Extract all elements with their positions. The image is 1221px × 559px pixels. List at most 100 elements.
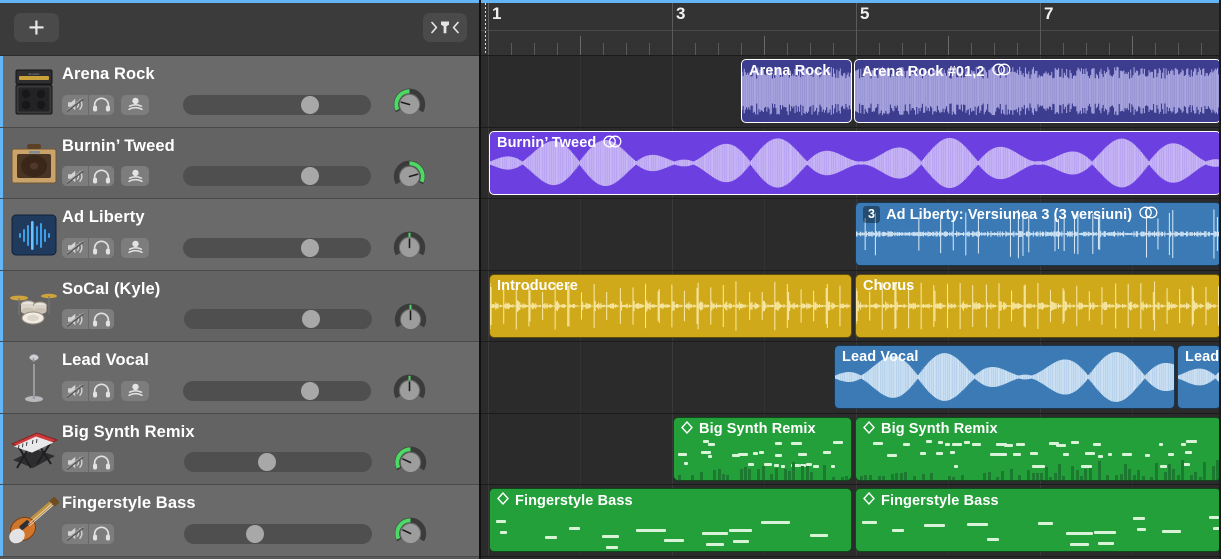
midi-velocity-bar [748, 469, 751, 480]
midi-velocity-bar [882, 476, 885, 480]
mute-button[interactable] [62, 309, 88, 329]
region-audio[interactable]: 3Ad Liberty: Versiunea 3 (3 versiuni) [855, 202, 1221, 266]
region-title: Chorus [856, 275, 1220, 294]
lane-gridline [580, 414, 581, 485]
midi-velocity-bar [1142, 476, 1145, 480]
volume-slider-thumb[interactable] [246, 525, 264, 543]
pan-knob[interactable] [393, 374, 426, 407]
pan-knob[interactable] [393, 160, 426, 193]
midi-note [606, 546, 618, 549]
solo-button[interactable] [88, 381, 114, 401]
midi-velocity-bar [1018, 475, 1021, 480]
mute-button[interactable] [62, 381, 88, 401]
add-track-button[interactable] [14, 13, 59, 42]
ruler-minor-tick [534, 43, 535, 55]
track-lane[interactable]: IntroducereChorus [481, 271, 1221, 343]
region-audio[interactable]: Arena Rock #01,2 [854, 59, 1221, 123]
midi-velocity-bar [961, 475, 964, 480]
track-header-body: SoCal (Kyle) [62, 278, 479, 336]
region-audio[interactable]: Lead Vocal [834, 345, 1175, 409]
volume-slider[interactable] [183, 166, 371, 186]
midi-note [950, 451, 955, 454]
ruler-minor-tick [833, 43, 834, 55]
ruler-major-tick [856, 3, 857, 55]
track-header-row[interactable]: Fingerstyle Bass [0, 485, 479, 557]
solo-button[interactable] [88, 166, 114, 186]
region-audio[interactable]: Lead [1177, 345, 1221, 409]
track-header-row[interactable]: Big Synth Remix [0, 414, 479, 486]
solo-button[interactable] [88, 238, 114, 258]
region-audio[interactable]: Chorus [855, 274, 1221, 338]
midi-note [708, 455, 712, 458]
ruler-minor-tick [557, 43, 558, 55]
solo-button[interactable] [88, 95, 114, 115]
midi-diamond-icon [863, 421, 875, 438]
region-audio[interactable]: Introducere [489, 274, 852, 338]
volume-slider-thumb[interactable] [301, 96, 319, 114]
mute-solo-group [62, 238, 114, 258]
lane-gridline [488, 342, 489, 413]
region-audio[interactable]: Burnin’ Tweed [489, 131, 1221, 195]
mute-button[interactable] [62, 95, 88, 115]
flex-time-button[interactable] [423, 13, 467, 42]
track-lane[interactable]: Fingerstyle BassFingerstyle Bass [481, 485, 1221, 557]
track-header-row[interactable]: SoCal (Kyle) [0, 271, 479, 343]
track-lane[interactable]: Lead VocalLead [481, 342, 1221, 414]
volume-slider[interactable] [183, 95, 371, 115]
record-enable-button[interactable] [121, 95, 149, 115]
midi-velocity-bar [913, 476, 916, 480]
mute-button[interactable] [62, 452, 88, 472]
mute-button[interactable] [62, 166, 88, 186]
mute-button[interactable] [62, 238, 88, 258]
track-lane[interactable]: Big Synth RemixBig Synth Remix [481, 414, 1221, 486]
track-header-row[interactable]: Lead Vocal [0, 342, 479, 414]
volume-slider-thumb[interactable] [258, 453, 276, 471]
track-header-row[interactable]: Ampster Arena Rock [0, 56, 479, 128]
region-audio[interactable]: Arena Rock [741, 59, 852, 123]
volume-slider-thumb[interactable] [301, 382, 319, 400]
region-midi[interactable]: Big Synth Remix [855, 417, 1221, 481]
solo-button[interactable] [88, 452, 114, 472]
drum-kit-icon [6, 278, 62, 336]
volume-slider[interactable] [184, 309, 372, 329]
playhead[interactable] [485, 3, 486, 55]
midi-velocity-bar [922, 474, 925, 480]
ruler-minor-tick [1063, 43, 1064, 55]
volume-slider[interactable] [184, 524, 372, 544]
ruler-divider [481, 30, 1221, 31]
pan-knob[interactable] [393, 88, 426, 121]
volume-slider[interactable] [184, 452, 372, 472]
midi-note [1183, 463, 1190, 466]
midi-note [791, 442, 802, 445]
track-header-row[interactable]: Burnin’ Tweed [0, 128, 479, 200]
volume-slider[interactable] [183, 238, 371, 258]
mute-button[interactable] [62, 524, 88, 544]
midi-velocity-bar [726, 475, 729, 480]
pan-knob[interactable] [394, 517, 427, 550]
volume-slider-thumb[interactable] [301, 239, 319, 257]
midi-note [1133, 517, 1145, 520]
timeline-ruler[interactable]: 1357 [481, 0, 1221, 56]
track-lane[interactable]: Burnin’ Tweed [481, 128, 1221, 200]
midi-note [1056, 444, 1066, 447]
record-enable-button[interactable] [121, 238, 149, 258]
solo-button[interactable] [88, 309, 114, 329]
record-enable-button[interactable] [121, 381, 149, 401]
track-lane[interactable]: Arena RockArena Rock #01,2 [481, 56, 1221, 128]
track-lane[interactable]: 3Ad Liberty: Versiunea 3 (3 versiuni) [481, 199, 1221, 271]
record-enable-button[interactable] [121, 166, 149, 186]
volume-slider-thumb[interactable] [302, 310, 320, 328]
midi-velocity-bar [718, 469, 721, 480]
region-midi[interactable]: Fingerstyle Bass [855, 488, 1221, 552]
pan-knob[interactable] [394, 446, 427, 479]
volume-slider-thumb[interactable] [301, 167, 319, 185]
ruler-minor-tick [649, 43, 650, 55]
track-header-row[interactable]: Ad Liberty [0, 199, 479, 271]
region-midi[interactable]: Fingerstyle Bass [489, 488, 852, 552]
region-midi[interactable]: Big Synth Remix [673, 417, 852, 481]
pan-knob[interactable] [393, 231, 426, 264]
pan-knob[interactable] [394, 303, 427, 336]
solo-button[interactable] [88, 524, 114, 544]
volume-slider[interactable] [183, 381, 371, 401]
lane-gridline [672, 342, 673, 413]
